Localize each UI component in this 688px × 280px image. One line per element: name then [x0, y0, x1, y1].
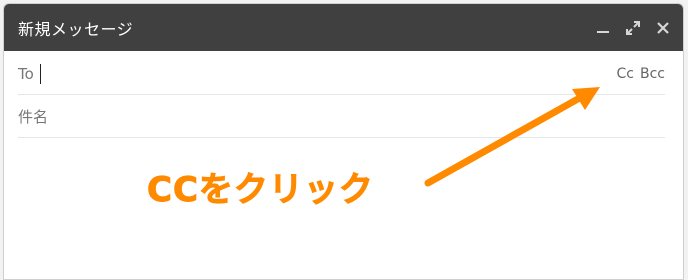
- minimize-icon[interactable]: [593, 18, 613, 38]
- to-row[interactable]: To Cc Bcc: [18, 53, 665, 95]
- window-title: 新規メッセージ: [18, 19, 134, 39]
- to-label: To: [18, 64, 34, 83]
- close-icon[interactable]: [653, 18, 673, 38]
- compose-window: 新規メッセージ To Cc Bcc 件名: [3, 3, 684, 280]
- annotation-text: CCをクリック: [147, 170, 374, 210]
- bcc-link[interactable]: Bcc: [640, 66, 665, 82]
- expand-icon[interactable]: [623, 18, 643, 38]
- compose-titlebar[interactable]: 新規メッセージ: [4, 4, 683, 51]
- recipient-options: Cc Bcc: [617, 66, 665, 82]
- screenshot-canvas: 新規メッセージ To Cc Bcc 件名 CCをクリック: [0, 0, 688, 280]
- subject-placeholder: 件名: [18, 108, 49, 126]
- subject-row[interactable]: 件名: [18, 96, 665, 138]
- text-caret: [39, 63, 41, 84]
- window-controls: [593, 18, 673, 38]
- cc-link[interactable]: Cc: [617, 66, 634, 82]
